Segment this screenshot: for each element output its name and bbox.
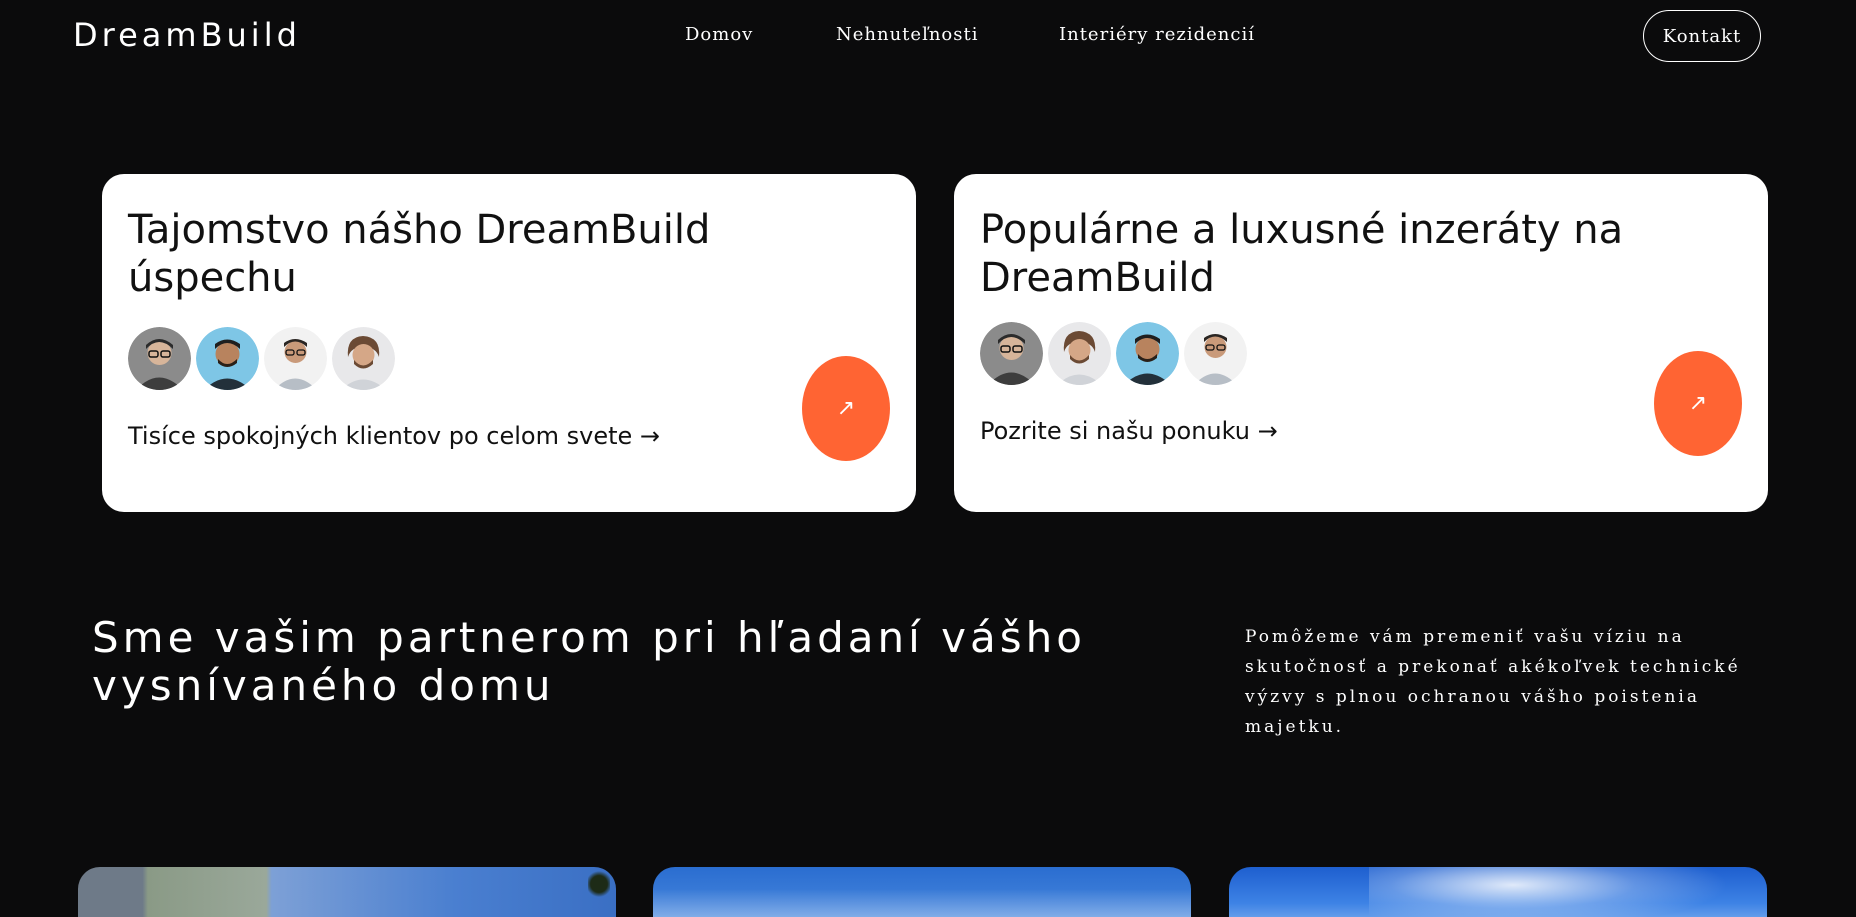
avatar	[264, 327, 327, 390]
avatar	[196, 327, 259, 390]
avatar	[1048, 322, 1111, 385]
contact-button[interactable]: Kontakt	[1643, 10, 1761, 62]
avatar-group	[128, 327, 395, 390]
property-image[interactable]	[78, 867, 616, 917]
card-title: Tajomstvo nášho DreamBuild úspechu	[128, 207, 711, 301]
avatar-group	[980, 322, 1247, 385]
main-nav: Domov Nehnuteľnosti Interiéry rezidencií	[0, 24, 1856, 48]
avatar	[128, 327, 191, 390]
nav-link-properties[interactable]: Nehnuteľnosti	[836, 24, 978, 45]
avatar	[1184, 322, 1247, 385]
avatar	[980, 322, 1043, 385]
avatar	[1116, 322, 1179, 385]
avatar	[332, 327, 395, 390]
success-card: Tajomstvo nášho DreamBuild úspechu Tisíc…	[102, 174, 916, 512]
nav-link-home[interactable]: Domov	[685, 24, 753, 45]
arrow-up-right-icon[interactable]: ↗	[1654, 351, 1742, 456]
card-title: Populárne a luxusné inzeráty na DreamBui…	[980, 207, 1624, 301]
property-image[interactable]	[1229, 867, 1767, 917]
site-header: DreamBuild Domov Nehnuteľnosti Interiéry…	[0, 0, 1856, 72]
nav-link-interiors[interactable]: Interiéry rezidencií	[1059, 24, 1255, 45]
arrow-up-right-icon[interactable]: ↗	[802, 356, 890, 461]
listings-card: Populárne a luxusné inzeráty na DreamBui…	[954, 174, 1768, 512]
clients-link[interactable]: Tisíce spokojných klientov po celom svet…	[128, 422, 660, 450]
partner-heading: Sme vašim partnerom pri hľadaní vášho vy…	[92, 613, 1086, 710]
property-image[interactable]	[653, 867, 1191, 917]
offer-link[interactable]: Pozrite si našu ponuku →	[980, 417, 1278, 445]
partner-description: Pomôžeme vám premeniť vašu víziu na skut…	[1245, 627, 1741, 737]
